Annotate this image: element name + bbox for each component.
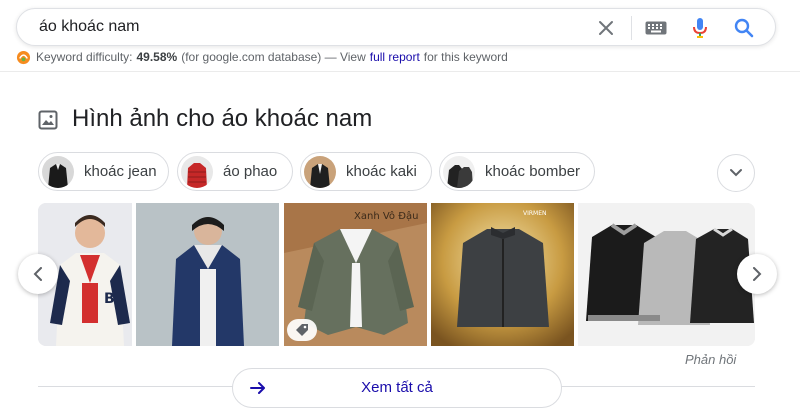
feedback-link[interactable]: Phản hồi [685, 352, 736, 367]
tile-caption: VIRMEN [523, 210, 547, 217]
chip-thumbnail [304, 155, 336, 188]
keyword-difficulty-label: Keyword difficulty: [36, 50, 133, 64]
carousel-next-button[interactable] [737, 254, 777, 294]
keyword-difficulty-line: Keyword difficulty: 49.58% (for google.c… [16, 49, 508, 65]
chip-khoac-bomber[interactable]: khoác bomber [439, 152, 595, 191]
chip-thumbnail [181, 155, 213, 188]
expand-chips-button[interactable] [717, 154, 755, 192]
close-icon[interactable] [594, 16, 618, 40]
microphone-icon[interactable] [688, 16, 712, 40]
chip-khoac-jean[interactable]: khoác jean [38, 152, 169, 191]
carousel-prev-button[interactable] [18, 254, 58, 294]
images-heading: Hình ảnh cho áo khoác nam [72, 105, 373, 132]
image-result-5[interactable] [578, 203, 755, 346]
search-icon[interactable] [732, 16, 756, 40]
chip-label: khoác jean [84, 163, 157, 180]
search-input[interactable] [39, 9, 579, 45]
search-divider [631, 16, 632, 40]
chevron-right-icon [753, 267, 762, 281]
chip-label: khoác bomber [485, 163, 581, 180]
image-icon [38, 110, 58, 130]
chip-label: khoác kaki [346, 163, 417, 180]
semrush-logo-icon [16, 50, 31, 64]
search-bar [16, 8, 776, 46]
chip-label: áo phao [223, 163, 278, 180]
top-divider [0, 71, 800, 72]
image-result-4[interactable]: VIRMEN [431, 203, 574, 346]
chip-thumbnail [443, 155, 475, 188]
see-all-label: Xem tất cả [361, 379, 433, 396]
svg-text:B: B [104, 291, 115, 307]
see-all-button[interactable]: Xem tất cả [232, 368, 562, 408]
chevron-down-icon [730, 169, 742, 177]
keyword-suffix: for this keyword [423, 50, 508, 64]
full-report-link[interactable]: full report [370, 50, 420, 64]
keyboard-icon[interactable] [644, 16, 668, 40]
chevron-left-icon [33, 267, 42, 281]
chip-ao-phao[interactable]: áo phao [177, 152, 293, 191]
keyword-db-note: (for google.com database) — View [181, 50, 366, 64]
image-result-2[interactable] [136, 203, 279, 346]
chip-thumbnail [42, 155, 74, 188]
keyword-difficulty-value: 49.58% [136, 50, 178, 64]
tag-icon [287, 319, 317, 341]
chip-khoac-kaki[interactable]: khoác kaki [300, 152, 432, 191]
tile-caption: Xanh Vô Đậu [354, 210, 418, 222]
